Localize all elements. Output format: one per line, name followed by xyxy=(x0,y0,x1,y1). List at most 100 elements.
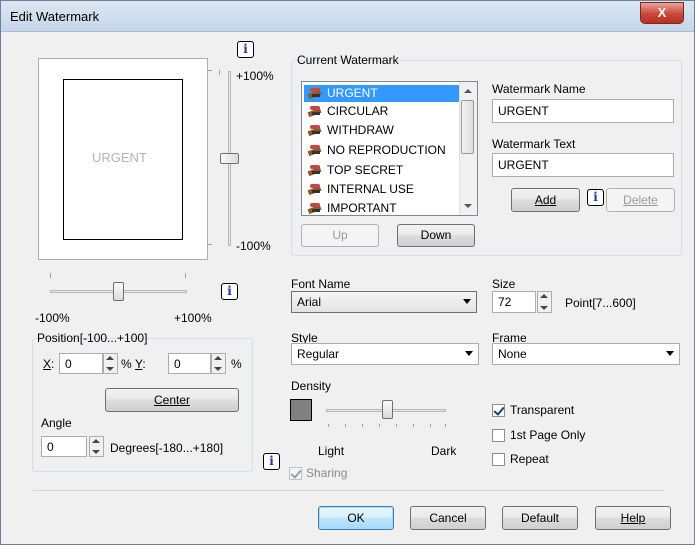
scroll-down-icon[interactable] xyxy=(464,204,472,208)
y-position-value: 0 xyxy=(174,357,181,371)
ok-button[interactable]: OK xyxy=(318,506,394,530)
y-position-field[interactable]: 0 xyxy=(168,353,211,374)
title-bar: Edit Watermark X xyxy=(1,1,694,32)
watermark-text-field[interactable]: URGENT xyxy=(492,153,674,177)
repeat-checkbox[interactable] xyxy=(492,453,505,466)
first-page-only-label: 1st Page Only xyxy=(510,428,586,442)
watermark-icon xyxy=(307,163,322,177)
watermark-name-field[interactable]: URGENT xyxy=(492,99,674,123)
sharing-checkbox[interactable] xyxy=(289,467,302,480)
ok-button-label: OK xyxy=(347,511,365,525)
first-page-only-checkbox[interactable] xyxy=(492,429,505,442)
x-position-value: 0 xyxy=(65,357,72,371)
density-tick xyxy=(362,424,363,427)
repeat-label: Repeat xyxy=(510,452,549,466)
density-label: Density xyxy=(291,379,332,393)
frame-dropdown[interactable]: None xyxy=(492,343,680,365)
density-tick xyxy=(328,424,329,427)
info-icon[interactable]: i xyxy=(237,41,254,58)
density-tick xyxy=(396,424,397,427)
up-button-label: Up xyxy=(332,228,348,242)
watermark-name-label: Watermark Name xyxy=(492,82,586,96)
watermark-text-value: URGENT xyxy=(498,158,549,172)
transparent-label: Transparent xyxy=(510,403,575,417)
hslider-left-label: -100% xyxy=(35,311,70,325)
font-name-dropdown[interactable]: Arial xyxy=(291,291,477,313)
angle-value: 0 xyxy=(47,440,54,454)
scroll-thumb[interactable] xyxy=(461,100,474,154)
watermark-icon xyxy=(307,143,322,157)
watermark-icon xyxy=(307,123,322,137)
vslider-bottom-label: -100% xyxy=(236,239,271,253)
vslider-tick xyxy=(207,70,212,71)
info-icon[interactable]: i xyxy=(263,453,280,470)
density-tick xyxy=(379,424,380,427)
cancel-button[interactable]: Cancel xyxy=(410,506,486,530)
size-spinner[interactable] xyxy=(537,291,552,313)
watermark-list-item[interactable]: URGENT xyxy=(304,85,459,102)
watermark-icon xyxy=(307,201,322,215)
info-icon[interactable]: i xyxy=(587,189,604,206)
sharing-label: Sharing xyxy=(306,466,348,480)
default-button-label: Default xyxy=(520,511,560,525)
style-dropdown[interactable]: Regular xyxy=(291,343,479,365)
add-button[interactable]: Add xyxy=(511,188,580,212)
watermark-icon xyxy=(307,104,322,118)
watermark-list-item[interactable]: IMPORTANT xyxy=(304,200,397,215)
vslider-tick xyxy=(219,70,220,75)
x-unit-label: % xyxy=(121,357,132,371)
watermark-icon xyxy=(307,182,322,196)
watermark-list-item[interactable]: WITHDRAW xyxy=(304,122,394,139)
info-icon[interactable]: i xyxy=(221,283,238,300)
current-watermark-label: Current Watermark xyxy=(297,53,399,67)
density-slider[interactable] xyxy=(382,400,393,419)
vslider-tick xyxy=(207,244,212,245)
scroll-up-icon[interactable] xyxy=(464,89,472,93)
density-swatch xyxy=(290,399,312,421)
angle-spinner[interactable] xyxy=(89,436,104,457)
watermark-text-label: Watermark Text xyxy=(492,137,576,151)
x-label: X: xyxy=(43,357,55,371)
density-light-label: Light xyxy=(318,444,345,458)
list-scrollbar[interactable] xyxy=(459,82,477,215)
x-position-spinner[interactable] xyxy=(103,353,118,374)
y-label: Y: xyxy=(135,357,146,371)
size-value: 72 xyxy=(498,295,512,309)
watermark-preview: URGENT xyxy=(38,58,208,260)
vertical-position-slider[interactable] xyxy=(220,153,239,164)
window-title: Edit Watermark xyxy=(10,9,100,24)
size-field[interactable]: 72 xyxy=(492,291,536,313)
x-position-field[interactable]: 0 xyxy=(59,353,103,374)
chevron-down-icon xyxy=(666,351,674,356)
watermark-list-item[interactable]: TOP SECRET xyxy=(304,162,403,179)
down-button-label: Down xyxy=(420,228,452,242)
vslider-top-label: +100% xyxy=(236,69,274,83)
close-icon: X xyxy=(657,5,667,20)
frame-value: None xyxy=(498,347,527,361)
angle-field[interactable]: 0 xyxy=(41,436,87,457)
center-button-label: Center xyxy=(153,393,191,407)
up-button[interactable]: Up xyxy=(301,224,379,247)
help-button-label: Help xyxy=(620,511,646,525)
hslider-tick xyxy=(50,273,51,278)
watermark-list-item[interactable]: NO REPRODUCTION xyxy=(304,142,446,159)
preview-page: URGENT xyxy=(63,79,183,240)
center-button[interactable]: Center xyxy=(105,388,239,412)
down-button[interactable]: Down xyxy=(397,224,475,247)
density-tick xyxy=(345,424,346,427)
y-position-spinner[interactable] xyxy=(211,353,226,374)
help-button[interactable]: Help xyxy=(595,506,671,530)
delete-button[interactable]: Delete xyxy=(606,188,675,212)
watermark-list[interactable]: URGENT CIRCULAR WITHDRAW NO REPRODUCTION… xyxy=(301,81,478,216)
horizontal-position-slider[interactable] xyxy=(113,282,124,301)
watermark-icon xyxy=(307,86,322,100)
angle-range-label: Degrees[-180...+180] xyxy=(110,441,224,455)
transparent-checkbox[interactable] xyxy=(492,404,505,417)
watermark-list-item[interactable]: CIRCULAR xyxy=(304,103,388,120)
hslider-right-label: +100% xyxy=(174,311,212,325)
angle-label: Angle xyxy=(41,416,72,430)
default-button[interactable]: Default xyxy=(502,506,578,530)
close-button[interactable]: X xyxy=(640,2,684,24)
watermark-list-item[interactable]: INTERNAL USE xyxy=(304,181,414,198)
density-tick xyxy=(413,424,414,427)
